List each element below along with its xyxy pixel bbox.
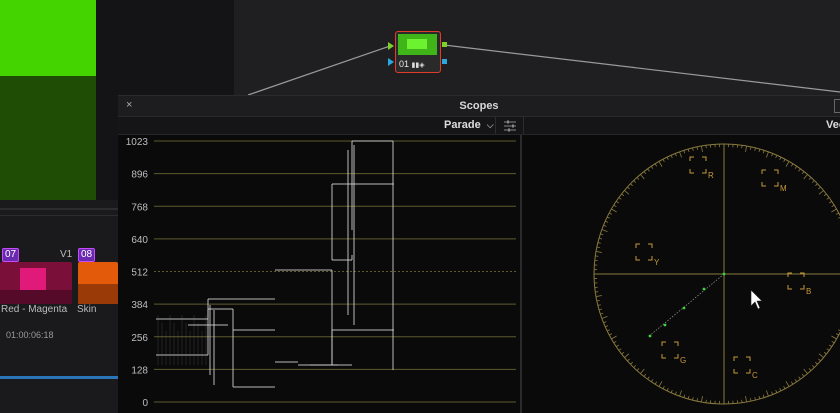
scope-settings-icon (496, 117, 523, 134)
clip-07-label[interactable]: Red - Magenta (1, 304, 67, 315)
parade-tick-label: 512 (131, 268, 148, 279)
scope-settings-button[interactable] (495, 117, 524, 134)
scope-mode-dropdown[interactable]: Parade ⌵ (444, 119, 494, 131)
scopes-title-bar[interactable]: × Scopes (118, 96, 840, 117)
scopes-toolbar: Parade ⌵ Vec (118, 117, 840, 135)
scopes-title: Scopes (118, 100, 840, 112)
clip-07-number: 07 (2, 248, 19, 262)
vector-target-label: M (780, 184, 787, 193)
vector-target-label: R (708, 171, 714, 180)
mouse-cursor-icon (751, 290, 762, 309)
clip-07-track: V1 (60, 249, 72, 260)
vector-target-label: B (806, 287, 811, 296)
node-effects-icon: ▮▮◈ (412, 62, 425, 69)
color-node-01[interactable]: 01 ▮▮◈ (395, 31, 441, 73)
input-connection-line (248, 46, 390, 95)
node-thumbnail-highlight (407, 39, 427, 49)
node-output-port (442, 42, 447, 47)
parade-tick-label: 768 (131, 202, 148, 213)
parade-scope[interactable]: 1023 896 768 640 512 384 256 128 0 (118, 135, 522, 413)
vector-target-box (690, 157, 706, 173)
vectorscope-label[interactable]: Vec (826, 119, 840, 131)
scope-mode-value: Parade (444, 119, 481, 131)
node-number: 01 (399, 59, 409, 69)
parade-tick-label: 384 (131, 300, 148, 311)
vector-target-label: C (752, 371, 758, 380)
vector-target-label: Y (654, 258, 660, 267)
parade-tick-label: 128 (131, 365, 148, 376)
parade-waveform-trace (156, 141, 394, 387)
node-key-output-port (442, 59, 447, 64)
node-thumbnail (398, 34, 437, 55)
vector-target-box (762, 170, 778, 186)
vector-target-box (662, 342, 678, 358)
chevron-down-icon: ⌵ (487, 120, 494, 130)
parade-tick-label: 640 (131, 235, 148, 246)
clip-08-number: 08 (78, 248, 95, 262)
vectorscope-trace (648, 273, 725, 338)
vectorscope-graticule (594, 144, 840, 404)
clip-timecode: 01:00:06:18 (6, 330, 54, 340)
node-input-arrow-icon (388, 42, 394, 50)
node-label: 01 ▮▮◈ (399, 59, 425, 69)
output-connection-line (444, 45, 840, 92)
vector-target-label: G (680, 356, 686, 365)
parade-tick-label: 1023 (126, 137, 149, 148)
parade-tick-label: 0 (142, 398, 148, 409)
scopes-window[interactable]: × Scopes Parade ⌵ Vec 1023 896 768 640 512 38… (118, 95, 840, 413)
clip-08-label[interactable]: Skin (77, 304, 96, 315)
parade-tick-label: 896 (131, 170, 148, 181)
node-key-input-icon (388, 58, 394, 66)
vectorscope[interactable]: R M Y B G C (522, 135, 840, 413)
parade-tick-label: 256 (131, 333, 148, 344)
window-control-icon[interactable] (834, 99, 840, 113)
vector-target-box (734, 357, 750, 373)
vector-target-box (788, 273, 804, 289)
timeline-track-bar (0, 376, 118, 379)
vector-target-box (636, 244, 652, 260)
